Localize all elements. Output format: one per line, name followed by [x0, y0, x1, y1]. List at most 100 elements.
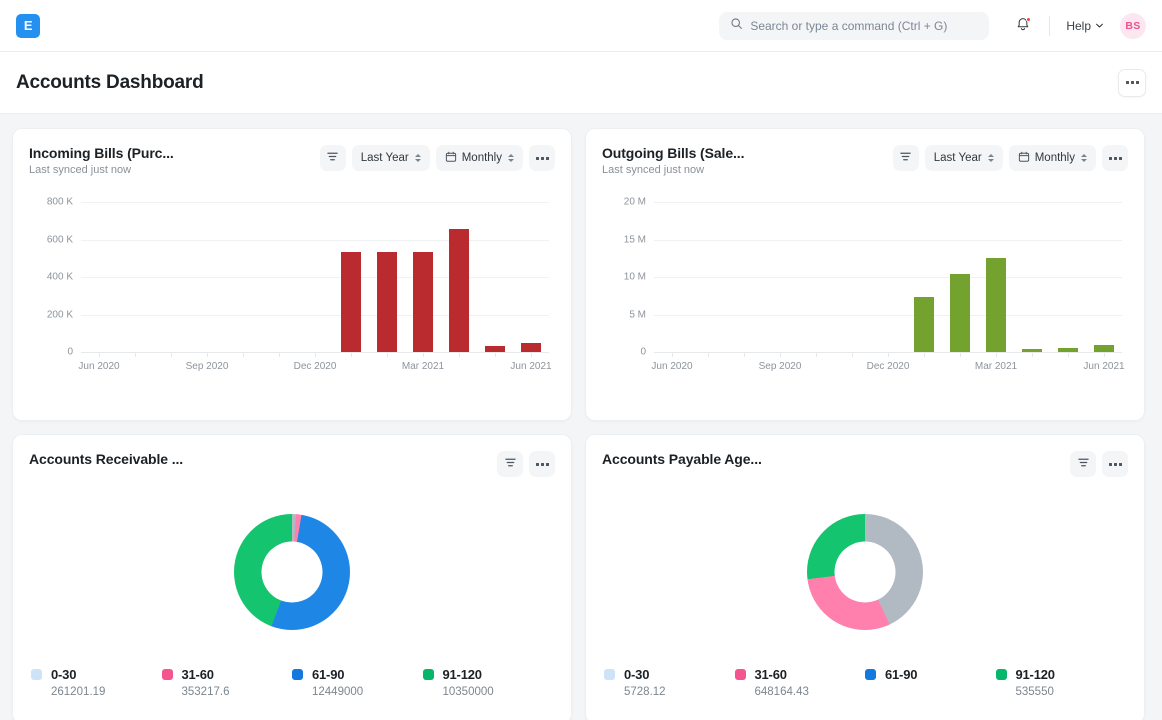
bar[interactable]: [449, 228, 469, 352]
interval-select[interactable]: Monthly: [435, 145, 523, 171]
legend-item-header: 91-120: [995, 667, 1127, 682]
filter-button[interactable]: [319, 145, 346, 171]
legend-swatch: [995, 669, 1007, 680]
filter-button[interactable]: [1070, 451, 1096, 477]
legend-item[interactable]: 31-60 648164.43: [734, 667, 866, 698]
card-accounts-payable: Accounts Payable Age... 0-30 5728.12 31-60…: [585, 434, 1145, 720]
card-subtitle: Last synced just now: [29, 164, 132, 176]
calendar-icon: [445, 151, 457, 166]
bar[interactable]: [986, 258, 1006, 352]
x-axis-tick: [672, 352, 673, 357]
donut-chart: [29, 483, 555, 661]
y-axis-tick-label: 200 K: [46, 309, 73, 320]
card-header: Accounts Receivable ...: [29, 451, 555, 477]
legend-item[interactable]: 61-90 12449000: [292, 667, 423, 698]
page-header: Accounts Dashboard: [0, 52, 1162, 114]
filter-button[interactable]: [497, 451, 523, 477]
x-axis-tick-label: Jun 2021: [510, 361, 552, 372]
plot-area: 0 200 K 400 K 600 K 800 K: [47, 197, 549, 358]
bar[interactable]: [377, 252, 397, 352]
legend-item[interactable]: 61-90: [865, 667, 996, 698]
x-axis-tick: [242, 352, 244, 357]
legend-item-header: 0-30: [31, 667, 162, 682]
x-axis-tick: [815, 352, 817, 357]
search-input[interactable]: [750, 19, 979, 33]
x-axis-tick: [459, 352, 460, 357]
chevron-updown-icon: [508, 154, 514, 162]
legend-item[interactable]: 0-30 5728.12: [604, 667, 735, 698]
y-axis-tick-label: 5 M: [629, 309, 646, 320]
x-axis-tick: [888, 352, 889, 357]
x-axis-tick-label: Jun 2020: [78, 361, 120, 372]
bar[interactable]: [413, 252, 433, 352]
bar-slot: [513, 202, 549, 352]
legend-label: 31-60: [754, 667, 787, 682]
avatar[interactable]: BS: [1120, 13, 1146, 39]
bar-slot: [726, 202, 762, 352]
x-axis-tick: [423, 352, 424, 357]
bar-slot: [261, 202, 297, 352]
chevron-down-icon: [1095, 19, 1104, 33]
card-menu-button[interactable]: [1102, 145, 1128, 171]
page-menu-button[interactable]: [1118, 68, 1146, 97]
x-axis-tick: [315, 352, 316, 357]
help-label: Help: [1066, 19, 1091, 33]
legend-label: 0-30: [624, 667, 650, 682]
x-axis-tick: [207, 352, 208, 357]
legend-item[interactable]: 31-60 353217.6: [161, 667, 293, 698]
x-axis-tick-label: Jun 2020: [651, 361, 693, 372]
legend-item-header: 31-60: [161, 667, 293, 682]
search-box[interactable]: [719, 12, 990, 40]
bar[interactable]: [1094, 345, 1114, 352]
x-axis-tick: [1068, 352, 1069, 357]
help-menu[interactable]: Help: [1062, 15, 1108, 37]
legend-value: 535550: [1015, 686, 1054, 698]
legend-swatch: [865, 669, 876, 680]
legend-item[interactable]: 91-120 535550: [995, 667, 1127, 698]
legend-item-header: 61-90: [865, 667, 996, 682]
x-axis-tick: [924, 352, 925, 357]
bar[interactable]: [521, 342, 541, 352]
bar-slot: [153, 202, 189, 352]
card-header: Accounts Payable Age...: [602, 451, 1128, 477]
y-axis-tick-label: 10 M: [623, 271, 646, 283]
ellipsis-icon: [1108, 462, 1122, 466]
bar-slot: [333, 202, 369, 352]
x-axis-tick: [996, 352, 997, 357]
legend-item-header: 61-90: [292, 667, 423, 682]
card-header: Incoming Bills (Purc... Last synced just…: [29, 145, 555, 176]
bar-slot: [1086, 202, 1122, 352]
ellipsis-icon: [1125, 81, 1139, 84]
x-axis-tick: [99, 352, 100, 357]
x-axis-tick: [495, 352, 496, 357]
legend-swatch: [604, 669, 615, 680]
notifications-button[interactable]: [1009, 12, 1037, 40]
card-title: Accounts Receivable ...: [29, 451, 184, 467]
ellipsis-icon: [1108, 156, 1122, 160]
x-axis-tick: [959, 352, 961, 357]
bar[interactable]: [950, 274, 970, 352]
bar-slot: [441, 202, 477, 352]
date-range-select[interactable]: Last Year: [351, 145, 430, 171]
page-title: Accounts Dashboard: [16, 71, 204, 93]
legend-item[interactable]: 0-30 261201.19: [31, 667, 162, 698]
card-accounts-receivable: Accounts Receivable ... 0-30 261201.19 31-…: [12, 434, 572, 720]
card-title-group: Incoming Bills (Purc... Last synced just…: [29, 145, 174, 176]
date-range-select[interactable]: Last Year: [924, 145, 1003, 171]
bar[interactable]: [914, 297, 934, 352]
interval-select[interactable]: Monthly: [1008, 145, 1096, 171]
date-range-label: Last Year: [360, 152, 409, 164]
interval-label: Monthly: [461, 152, 502, 164]
bar[interactable]: [341, 252, 361, 352]
legend-item[interactable]: 91-120 10350000: [422, 667, 554, 698]
x-axis-tick-label: Dec 2020: [866, 361, 910, 372]
x-axis-tick-label: Sep 2020: [758, 361, 802, 372]
filter-button[interactable]: [892, 145, 919, 171]
date-range-label: Last Year: [933, 152, 982, 164]
card-menu-button[interactable]: [1102, 451, 1128, 477]
legend-item-header: 91-120: [422, 667, 554, 682]
card-menu-button[interactable]: [529, 145, 555, 171]
app-logo[interactable]: E: [16, 13, 40, 38]
chevron-updown-icon: [414, 154, 421, 162]
card-menu-button[interactable]: [529, 451, 555, 477]
